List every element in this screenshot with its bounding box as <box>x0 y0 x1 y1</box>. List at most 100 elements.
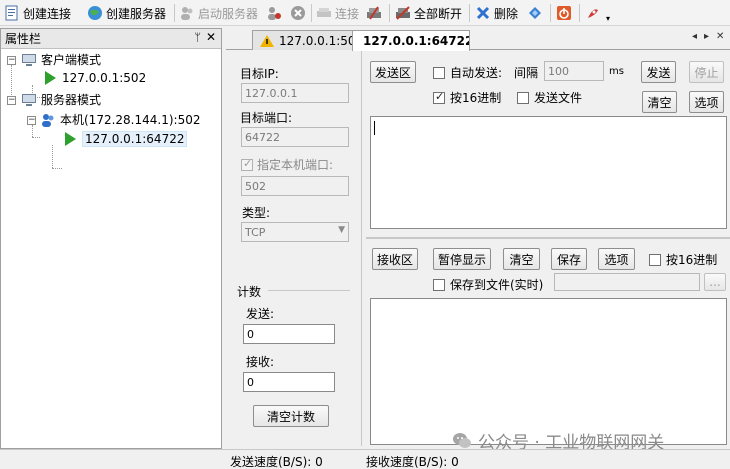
delete-button[interactable]: 删除 <box>475 3 518 23</box>
send-area-button[interactable]: 发送区 <box>370 61 416 83</box>
network-button[interactable] <box>527 3 543 23</box>
create-server-button[interactable]: 创建服务器 <box>87 3 166 23</box>
power-icon <box>557 6 571 20</box>
play-icon <box>65 132 76 146</box>
toolbar-separator <box>469 4 470 22</box>
users-icon <box>42 113 54 127</box>
connect-icon <box>317 8 331 17</box>
tab-close-icon[interactable]: ✕ <box>716 31 724 42</box>
send-options-button[interactable]: 选项 <box>689 91 724 113</box>
tree-client-mode[interactable]: 客户端模式 <box>21 51 101 68</box>
recv-hex-check[interactable] <box>649 253 661 266</box>
property-panel-header: 属性栏 ᛘ ✕ <box>1 29 221 49</box>
count-group-line <box>268 290 350 291</box>
target-ip-field[interactable]: 127.0.0.1 <box>241 83 349 103</box>
clear-count-button[interactable]: 清空计数 <box>253 405 329 427</box>
interval-field[interactable]: 100 <box>544 61 604 81</box>
stop-button[interactable]: 停止 <box>689 61 724 83</box>
send-text-area[interactable] <box>370 116 727 229</box>
browse-button[interactable]: ... <box>704 273 726 291</box>
collapse-client-toggle[interactable]: − <box>7 56 16 65</box>
user-stop-icon <box>268 7 281 20</box>
count-group-label: 计数 <box>237 285 262 299</box>
send-count-label: 发送: <box>246 307 275 321</box>
server-item-label: 127.0.0.1:64722 <box>82 131 188 147</box>
splitter[interactable] <box>366 237 730 239</box>
server-mode-label: 服务器模式 <box>41 93 102 107</box>
recv-save-button[interactable]: 保存 <box>551 248 587 270</box>
specify-port-checkbox[interactable]: 指定本机端口: <box>241 156 333 173</box>
property-panel-title: 属性栏 <box>5 32 42 46</box>
disconnect-all-label: 全部断开 <box>414 6 463 21</box>
recv-count-field[interactable]: 0 <box>243 372 335 392</box>
disconnect-button[interactable] <box>366 3 382 23</box>
send-hex-checkbox[interactable]: 按16进制 <box>433 89 501 106</box>
target-port-field[interactable]: 64722 <box>241 127 349 147</box>
recv-count-label: 接收: <box>246 355 275 369</box>
recv-options-button[interactable]: 选项 <box>598 248 635 270</box>
toolbar-overflow-icon[interactable]: ▾ <box>606 8 610 28</box>
tab-prev-icon[interactable]: ◂ <box>692 31 697 42</box>
client-mode-label: 客户端模式 <box>41 53 102 67</box>
tree-line <box>32 125 33 137</box>
power-button[interactable] <box>556 3 572 23</box>
text-caret <box>374 121 375 135</box>
auto-send-checkbox[interactable]: 自动发送: <box>433 64 502 81</box>
type-label: 类型: <box>242 206 271 220</box>
globe-icon <box>88 6 102 20</box>
specify-port-label: 指定本机端口: <box>257 158 334 172</box>
recv-hex-checkbox[interactable]: 按16进制 <box>649 251 717 268</box>
tree-server-mode[interactable]: 服务器模式 <box>21 91 101 108</box>
specify-port-check[interactable] <box>241 157 253 171</box>
tab-next-icon[interactable]: ▸ <box>704 31 709 42</box>
receive-text-area[interactable] <box>370 298 727 445</box>
save-file-path-field[interactable] <box>554 273 700 291</box>
delete-x-icon <box>476 6 490 20</box>
toolbar-separator <box>389 4 390 22</box>
pause-display-button[interactable]: 暂停显示 <box>433 248 491 270</box>
new-connection-icon <box>5 5 18 21</box>
disconnect-all-button[interactable]: 全部断开 <box>395 3 462 23</box>
target-ip-label: 目标IP: <box>240 67 279 81</box>
receive-area-button[interactable]: 接收区 <box>372 248 418 270</box>
connect-button[interactable]: 连接 <box>316 3 359 23</box>
collapse-server-toggle[interactable]: − <box>7 96 16 105</box>
tree-local-server[interactable]: 本机(172.28.144.1):502 <box>40 111 200 128</box>
toolbar-separator <box>311 4 312 22</box>
send-file-check[interactable] <box>517 91 529 104</box>
collapse-local-toggle[interactable]: − <box>27 116 36 125</box>
tab-connection-64722[interactable]: 127.0.0.1:64722 <box>352 30 470 51</box>
send-file-checkbox[interactable]: 发送文件 <box>517 89 582 106</box>
auto-send-check[interactable] <box>433 66 445 79</box>
help-button[interactable] <box>585 3 601 23</box>
warning-icon <box>260 34 274 47</box>
save-to-file-checkbox[interactable]: 保存到文件(实时) <box>433 276 543 293</box>
config-panel: 目标IP: 127.0.0.1 目标端口: 64722 指定本机端口: 502 … <box>228 51 362 446</box>
chevron-down-icon: ▼ <box>338 225 345 235</box>
send-clear-button[interactable]: 清空 <box>642 91 677 113</box>
send-count-field[interactable]: 0 <box>243 324 335 344</box>
tool-icon <box>588 9 598 18</box>
toolbar-separator <box>174 4 175 22</box>
send-button[interactable]: 发送 <box>641 61 676 83</box>
computer-icon <box>22 53 36 66</box>
pin-icon[interactable]: ᛘ <box>194 31 201 44</box>
send-hex-check[interactable] <box>433 90 445 104</box>
recv-clear-button[interactable]: 清空 <box>503 248 540 270</box>
users-icon <box>181 7 193 20</box>
close-icon-button[interactable] <box>290 3 306 23</box>
type-select[interactable]: TCP ▼ <box>241 222 349 242</box>
stop-server-button[interactable] <box>266 3 282 23</box>
connect-label: 连接 <box>335 6 360 21</box>
tree-client-item[interactable]: 127.0.0.1:502 <box>42 70 146 86</box>
local-port-field[interactable]: 502 <box>241 176 349 196</box>
play-icon <box>45 71 56 85</box>
create-connection-button[interactable]: 创建连接 <box>4 3 71 23</box>
close-icon[interactable]: ✕ <box>206 30 216 44</box>
tree-server-item[interactable]: 127.0.0.1:64722 <box>62 131 188 147</box>
start-server-label: 启动服务器 <box>198 6 259 21</box>
save-to-file-check[interactable] <box>433 278 445 291</box>
close-circle-icon <box>291 6 305 20</box>
tab-label: 127.0.0.1:64722 <box>363 34 470 48</box>
start-server-button[interactable]: 启动服务器 <box>179 3 258 23</box>
